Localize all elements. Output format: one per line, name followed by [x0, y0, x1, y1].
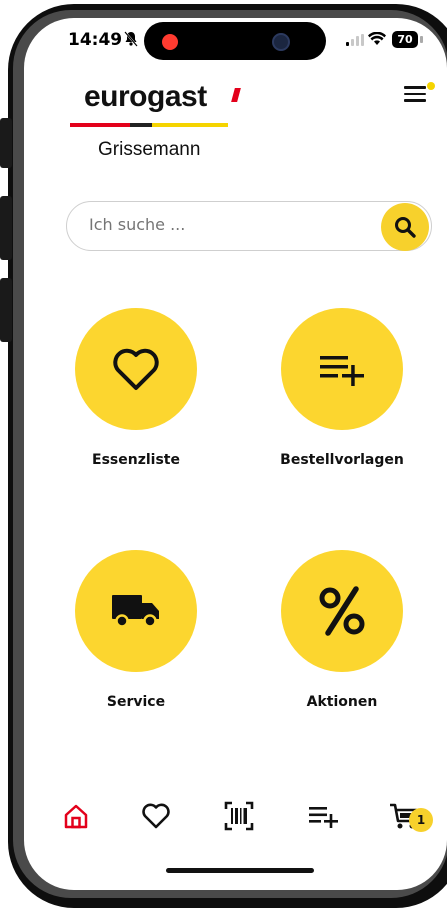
notification-dot	[427, 82, 435, 90]
tab-order-templates[interactable]	[306, 798, 342, 834]
volume-up-button	[0, 196, 12, 260]
tab-favorites[interactable]	[138, 798, 174, 834]
wifi-icon	[368, 32, 386, 45]
brand-stripe-red	[70, 123, 130, 127]
tab-scanner[interactable]	[221, 798, 257, 834]
heart-icon	[142, 803, 170, 829]
truck-icon	[112, 595, 159, 628]
barcode-icon	[224, 801, 254, 831]
tile-label: Service	[106, 694, 166, 710]
status-bar: 14:49 70	[24, 18, 447, 66]
search-input[interactable]	[87, 214, 371, 235]
tile-label: Aktionen	[306, 694, 378, 710]
tile-essenzliste[interactable]: Essenzliste	[46, 308, 226, 468]
tab-home[interactable]	[58, 798, 94, 834]
home-icon	[64, 804, 88, 829]
search-button[interactable]	[381, 203, 429, 251]
tile-circle	[281, 308, 403, 430]
signal-icon	[346, 34, 364, 46]
tile-service[interactable]: Service	[46, 550, 226, 710]
battery-tip	[420, 36, 423, 43]
search-icon	[395, 217, 416, 238]
tile-aktionen[interactable]: Aktionen	[252, 550, 432, 710]
tile-bestellvorlagen[interactable]: Bestellvorlagen	[252, 308, 432, 468]
tile-circle	[75, 550, 197, 672]
tab-bar	[24, 798, 447, 858]
store-name: Grissemann	[98, 139, 201, 160]
logo-accent-mark	[231, 88, 241, 102]
camera-icon	[272, 33, 290, 51]
status-time: 14:49	[68, 30, 123, 50]
home-indicator[interactable]	[166, 868, 314, 873]
battery-icon: 70	[392, 31, 418, 48]
cart-count-badge: 1	[409, 808, 433, 832]
tile-label: Essenzliste	[92, 452, 180, 468]
list-add-icon	[309, 807, 338, 828]
brand-logo: eurogast	[84, 80, 207, 113]
heart-icon	[113, 348, 159, 390]
recording-indicator-icon	[162, 34, 178, 50]
list-add-icon	[320, 356, 364, 386]
tile-circle	[75, 308, 197, 430]
mute-switch	[0, 118, 12, 168]
menu-button[interactable]	[404, 86, 426, 108]
tile-label: Bestellvorlagen	[280, 452, 404, 468]
volume-down-button	[0, 278, 12, 342]
brand-stripe-black	[130, 123, 152, 127]
tile-circle	[281, 550, 403, 672]
app-screen: 14:49 70 eurogast Grissemann Ich suche .…	[24, 18, 447, 890]
percent-icon	[319, 586, 365, 636]
brand-stripe-yellow	[152, 123, 228, 127]
search-bar	[66, 201, 432, 251]
silent-bell-icon	[124, 31, 138, 47]
